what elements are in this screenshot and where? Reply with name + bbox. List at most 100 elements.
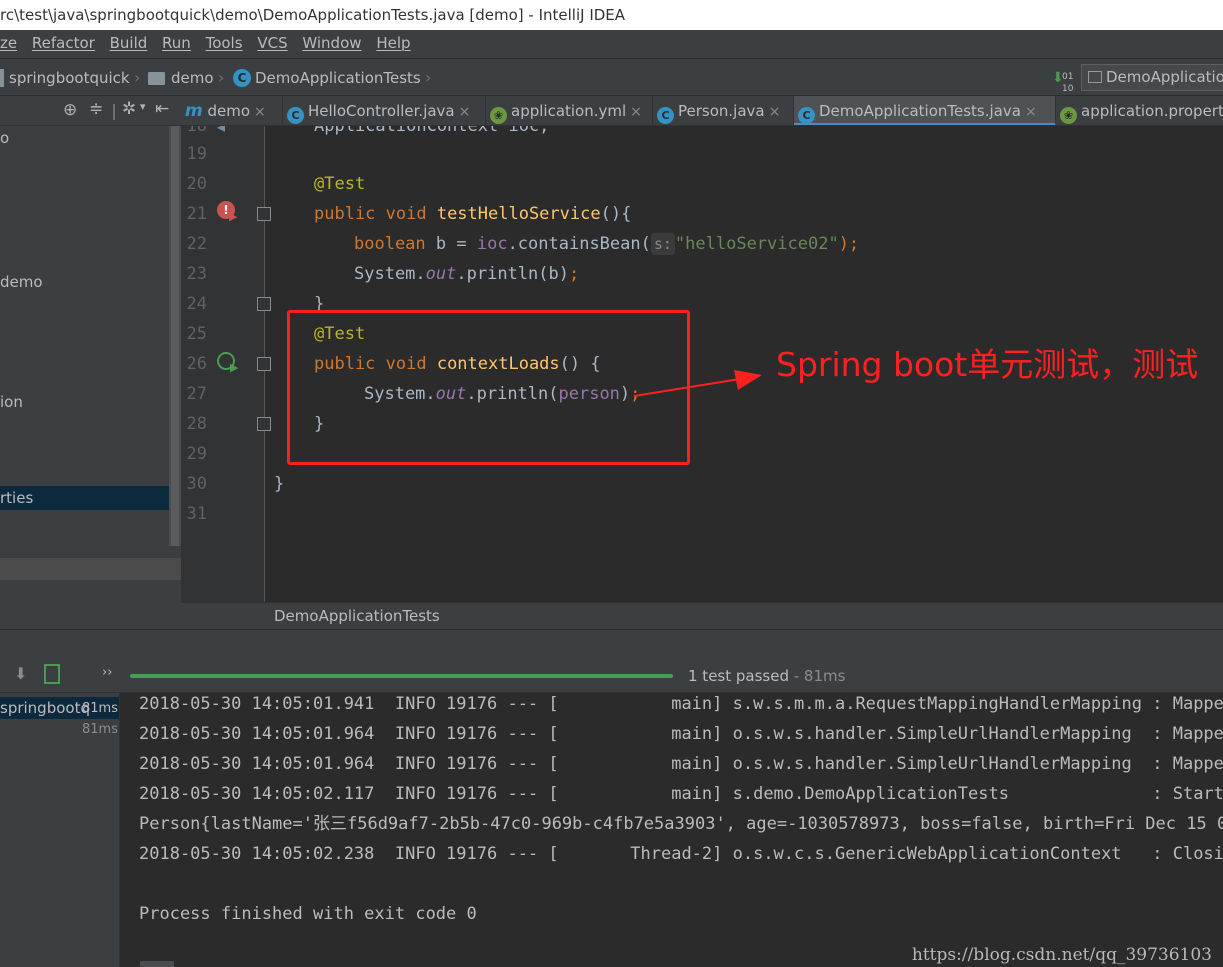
code-line: @Test bbox=[314, 169, 365, 199]
menu-item-window[interactable]: Window bbox=[302, 30, 361, 57]
console-line: 2018-05-30 14:05:01.964 INFO 19176 --- [… bbox=[139, 724, 1223, 744]
menu-item-vcs[interactable]: VCS bbox=[257, 30, 287, 57]
code-text: (){ bbox=[600, 204, 632, 224]
run-config-icon bbox=[1088, 71, 1102, 83]
menu-item-analyze[interactable]: ze bbox=[0, 30, 17, 57]
more-icon[interactable]: ›› bbox=[102, 665, 112, 680]
folder-icon bbox=[0, 69, 4, 87]
annotation-text: Spring boot单元测试，测试 bbox=[776, 345, 1199, 384]
line-number: 26 bbox=[186, 354, 207, 374]
project-scrollbar-thumb[interactable] bbox=[171, 126, 179, 546]
module-icon: m bbox=[185, 101, 203, 121]
run-toolbar: ⬇ ›› 1 test passed - 81ms bbox=[0, 659, 1223, 693]
close-icon[interactable]: × bbox=[630, 104, 642, 120]
parameter-hint: s: bbox=[650, 233, 675, 255]
tab-demoapplicationtests[interactable]: C DemoApplicationTests.java × bbox=[794, 96, 1056, 125]
code-line: boolean b = ioc.containsBean(s: "helloSer… bbox=[354, 229, 859, 259]
project-toolbar: ⊕ ≑ ✲ ▾ ⇤ bbox=[0, 96, 181, 126]
line-number: 29 bbox=[186, 444, 207, 464]
breadcrumb-project[interactable]: springbootquick bbox=[9, 59, 130, 95]
line-number: 21 bbox=[186, 204, 207, 224]
test-tree-item-label[interactable]: springbootq bbox=[0, 697, 90, 719]
close-icon[interactable]: × bbox=[254, 104, 266, 120]
test-tree-item-time: 81ms bbox=[82, 701, 118, 716]
menu-item-tools[interactable]: Tools bbox=[206, 30, 243, 57]
run-configuration-selector[interactable]: DemoApplicationTests bbox=[1081, 64, 1223, 91]
chevron-down-icon[interactable]: ▾ bbox=[140, 100, 146, 113]
breadcrumb-class[interactable]: DemoApplicationTests bbox=[255, 59, 421, 95]
close-icon[interactable]: × bbox=[459, 104, 471, 120]
code-text: ; bbox=[568, 264, 580, 284]
fold-icon[interactable] bbox=[257, 297, 271, 311]
tab-application-yml[interactable]: ❀ application.yml × bbox=[486, 96, 653, 125]
code-static-field: out bbox=[425, 264, 457, 284]
window-title: rc\test\java\springbootquick\demo\DemoAp… bbox=[0, 6, 626, 24]
code-line: ApplicationContext ioc; bbox=[314, 126, 549, 141]
test-class-icon: C bbox=[233, 69, 251, 87]
editor-breadcrumb-class[interactable]: DemoApplicationTests bbox=[274, 607, 440, 625]
tab-person[interactable]: C Person.java × bbox=[653, 96, 794, 125]
code-line: } bbox=[274, 469, 284, 499]
editor-breadcrumb[interactable]: DemoApplicationTests bbox=[181, 602, 1223, 629]
console-line: 2018-05-30 14:05:02.238 INFO 19176 --- [… bbox=[139, 844, 1223, 864]
tree-hover-row bbox=[0, 558, 181, 580]
tree-item-application[interactable]: ion bbox=[0, 391, 23, 413]
test-results-tree: springbootq 81ms 81ms bbox=[0, 693, 120, 967]
export-icon[interactable] bbox=[44, 664, 60, 684]
line-number: 30 bbox=[186, 474, 207, 494]
fold-icon[interactable] bbox=[257, 357, 271, 371]
menu-item-refactor[interactable]: Refactor bbox=[32, 30, 95, 57]
tab-demo[interactable]: m demo × bbox=[181, 96, 283, 125]
console-line: 2018-05-30 14:05:01.964 INFO 19176 --- [… bbox=[139, 754, 1223, 774]
tab-label: demo bbox=[207, 102, 251, 120]
line-number: 31 bbox=[186, 504, 207, 524]
breadcrumb-package[interactable]: demo bbox=[171, 59, 214, 95]
tree-item-properties[interactable]: rties bbox=[0, 487, 33, 509]
line-number: 25 bbox=[186, 324, 207, 344]
watermark: https://blog.csdn.net/qq_39736103 bbox=[911, 945, 1212, 965]
console-output[interactable]: 2018-05-30 14:05:01.941 INFO 19176 --- [… bbox=[120, 693, 1223, 967]
line-number: 19 bbox=[186, 144, 207, 164]
menu-item-run[interactable]: Run bbox=[162, 30, 191, 57]
console-line: Process finished with exit code 0 bbox=[139, 904, 477, 924]
tab-label: Person.java bbox=[678, 102, 765, 120]
tab-label: application.properties bbox=[1081, 102, 1223, 120]
line-number: 23 bbox=[186, 264, 207, 284]
run-arrow-icon: ▶ bbox=[230, 361, 239, 374]
close-icon[interactable]: × bbox=[769, 104, 781, 120]
editor-tabs: m demo × C HelloController.java × ❀ applicat… bbox=[181, 96, 1223, 126]
gear-icon[interactable]: ✲ bbox=[122, 99, 136, 119]
code-text: .println(b) bbox=[456, 264, 569, 284]
console-line: Person{lastName='张三f56d9af7-2b5b-47c0-96… bbox=[139, 814, 1223, 834]
line-number: 20 bbox=[186, 174, 207, 194]
code-text: ); bbox=[838, 234, 860, 254]
code-keyword: boolean bbox=[354, 234, 436, 254]
implemented-arrow-icon[interactable]: ◂ bbox=[217, 126, 225, 136]
sort-down-icon[interactable]: ⬇ bbox=[14, 664, 27, 683]
package-folder-icon bbox=[148, 72, 165, 85]
tab-application-properties[interactable]: ❀application.properties bbox=[1056, 96, 1223, 125]
tree-item-demo[interactable]: demo bbox=[0, 271, 43, 293]
menu-item-help[interactable]: Help bbox=[376, 30, 410, 57]
locate-icon[interactable]: ⊕ bbox=[63, 100, 77, 120]
tree-item[interactable]: o bbox=[0, 127, 9, 149]
window-title-bar: rc\test\java\springbootquick\demo\DemoAp… bbox=[0, 0, 1223, 30]
fold-icon[interactable] bbox=[257, 207, 271, 221]
run-panel-header bbox=[0, 629, 1223, 659]
code-text: ApplicationContext ioc; bbox=[314, 126, 550, 136]
console-scrollbar[interactable] bbox=[140, 961, 174, 967]
collapse-all-icon[interactable]: ≑ bbox=[89, 99, 103, 119]
class-icon: C bbox=[657, 107, 674, 124]
annotation-arrow-head bbox=[734, 370, 762, 390]
code-text: System. bbox=[354, 264, 426, 284]
tab-hellocontroller[interactable]: C HelloController.java × bbox=[283, 96, 486, 125]
code-field: ioc bbox=[476, 234, 508, 254]
annotation-arrow bbox=[633, 370, 762, 397]
console-line: 2018-05-30 14:05:02.117 INFO 19176 --- [… bbox=[139, 784, 1223, 804]
menu-item-build[interactable]: Build bbox=[110, 30, 148, 57]
binary-icon: 01 10 bbox=[1062, 72, 1074, 94]
hide-panel-icon[interactable]: ⇤ bbox=[155, 99, 169, 119]
close-icon[interactable]: × bbox=[1025, 104, 1037, 120]
fold-icon[interactable] bbox=[257, 417, 271, 431]
code-method-name: testHelloService bbox=[436, 204, 601, 224]
